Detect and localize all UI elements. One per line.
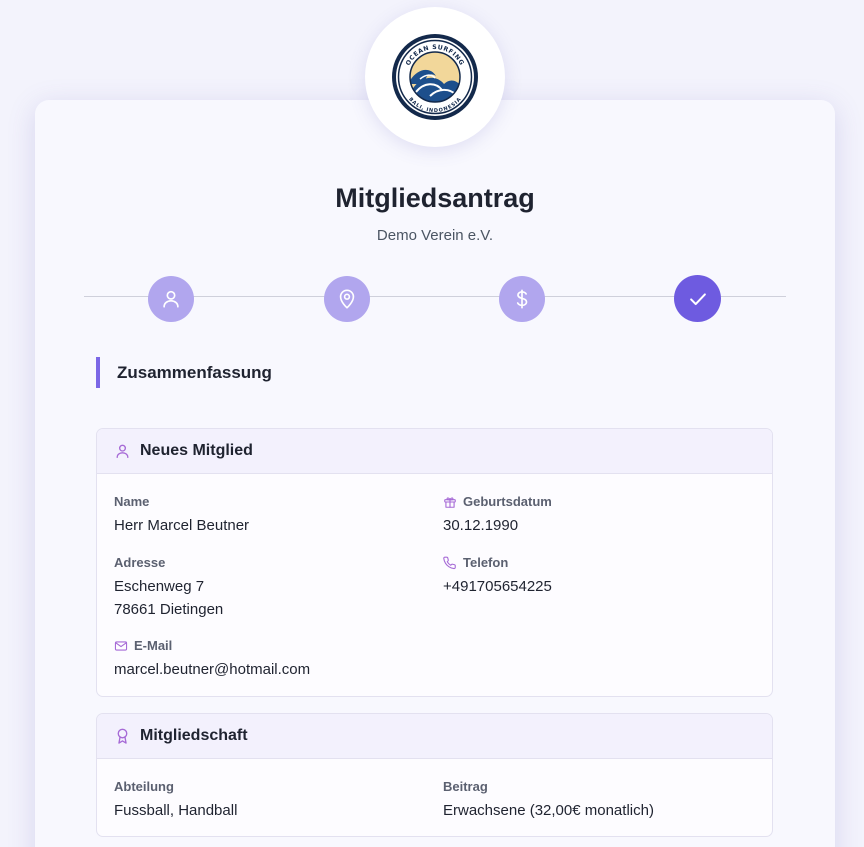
name-field: Name Herr Marcel Beutner <box>114 493 249 537</box>
birthdate-value: 30.12.1990 <box>443 517 519 534</box>
phone-label-row: Telefon <box>443 554 552 571</box>
gift-icon <box>444 496 456 508</box>
fee-label: Beitrag <box>443 779 488 794</box>
name-label: Name <box>114 494 150 509</box>
address-label: Adresse <box>114 555 166 570</box>
member-panel-header: Neues Mitglied <box>97 429 772 474</box>
user-icon <box>116 444 129 459</box>
award-icon <box>117 728 128 744</box>
member-panel-title: Neues Mitglied <box>140 442 253 459</box>
address-line1: Eschenweg 7 <box>114 578 205 595</box>
mail-icon <box>114 640 128 651</box>
membership-panel: Mitgliedschaft Abteilung Fussball, Handb… <box>96 713 773 837</box>
page-title: Mitgliedsantrag <box>335 183 535 213</box>
email-label: E-Mail <box>134 638 173 653</box>
email-field: E-Mail marcel.beutner@hotmail.com <box>114 637 310 681</box>
step-personal[interactable] <box>148 276 194 322</box>
map-pin-icon <box>339 289 355 309</box>
club-name: Demo Verein e.V. <box>376 227 494 244</box>
membership-panel-header: Mitgliedschaft <box>97 714 772 759</box>
member-panel: Neues Mitglied Name Herr Marcel Beutner … <box>96 428 773 697</box>
phone-icon <box>443 556 456 569</box>
email-value: marcel.beutner@hotmail.com <box>114 661 311 678</box>
birthdate-field: Geburtsdatum 30.12.1990 <box>443 493 552 537</box>
page: OCEAN SURFING BALI, INDONESIA Mitgliedsa… <box>0 0 864 847</box>
fee-field: Beitrag Erwachsene (32,00€ monatlich) <box>443 778 654 822</box>
phone-label: Telefon <box>463 555 509 570</box>
phone-value: +491705654225 <box>443 578 552 595</box>
address-field: Adresse Eschenweg 7 78661 Dietingen <box>114 554 223 621</box>
birthdate-label-row: Geburtsdatum <box>443 493 552 510</box>
department-label: Abteilung <box>114 779 174 794</box>
phone-field: Telefon +491705654225 <box>443 554 552 598</box>
user-icon <box>163 290 179 308</box>
department-value: Fussball, Handball <box>114 802 238 819</box>
birthdate-label: Geburtsdatum <box>463 494 552 509</box>
name-value: Herr Marcel Beutner <box>114 517 250 534</box>
step-payment[interactable] <box>499 276 545 322</box>
ocean-surfing-logo-icon: OCEAN SURFING BALI, INDONESIA <box>392 34 478 120</box>
fee-value: Erwachsene (32,00€ monatlich) <box>443 802 654 819</box>
club-logo: OCEAN SURFING BALI, INDONESIA <box>365 7 505 147</box>
address-line2: 78661 Dietingen <box>114 601 224 618</box>
step-summary[interactable] <box>674 275 721 322</box>
membership-panel-title: Mitgliedschaft <box>140 727 248 744</box>
section-heading: Zusammenfassung <box>96 357 272 388</box>
step-address[interactable] <box>324 276 370 322</box>
dollar-icon <box>516 289 528 309</box>
email-label-row: E-Mail <box>114 637 310 654</box>
department-field: Abteilung Fussball, Handball <box>114 778 237 822</box>
check-icon <box>689 292 706 305</box>
